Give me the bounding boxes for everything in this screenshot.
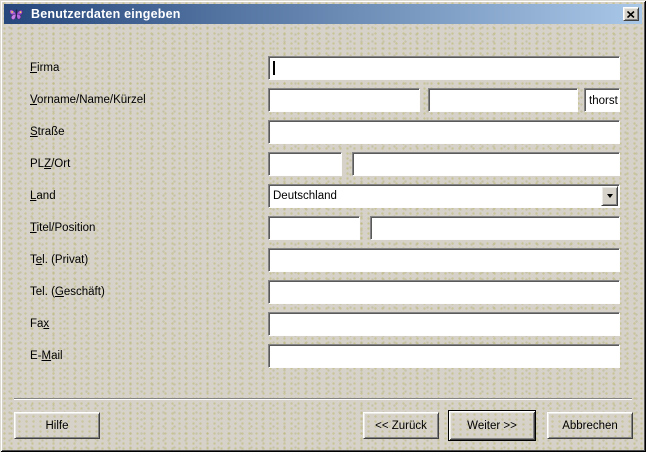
- kuerzel-input[interactable]: [585, 89, 619, 111]
- strasse-field: [268, 120, 620, 144]
- land-select[interactable]: Deutschland: [268, 184, 620, 208]
- back-button[interactable]: << Zurück: [363, 412, 439, 439]
- label-vorname-name-kuerzel: Vorname/Name/Kürzel: [30, 88, 255, 112]
- ort-field: [352, 152, 620, 176]
- label-mnemonic: G: [55, 286, 64, 298]
- help-button[interactable]: Hilfe: [14, 412, 100, 439]
- cancel-button[interactable]: Abbrechen: [547, 412, 633, 439]
- label-text-pre: Tel. (: [30, 286, 55, 298]
- label-tel-privat: Tel. (Privat): [30, 248, 255, 272]
- firma-field: [268, 56, 620, 80]
- label-text-post: eschäft): [64, 286, 105, 298]
- fax-input[interactable]: [269, 313, 619, 335]
- label-mnemonic: F: [30, 62, 37, 74]
- vorname-input[interactable]: [269, 89, 419, 111]
- label-text-post: l. (Privat): [42, 254, 88, 266]
- label-text-pre: Fa: [30, 318, 43, 330]
- label-strasse: Straße: [30, 120, 255, 144]
- titel-field: [268, 216, 360, 240]
- label-text-post: and: [36, 190, 55, 202]
- land-dropdown-button[interactable]: [601, 186, 618, 206]
- name-input[interactable]: [429, 89, 577, 111]
- label-text-post: irma: [37, 62, 59, 74]
- text-caret: [273, 61, 275, 75]
- label-mnemonic: S: [30, 126, 38, 138]
- email-field: [268, 344, 620, 368]
- label-fax: Fax: [30, 312, 255, 336]
- label-text-pre: PL: [30, 158, 44, 170]
- label-text-post: traße: [38, 126, 65, 138]
- firma-input[interactable]: [269, 57, 619, 79]
- window-title: Benutzerdaten eingeben: [31, 7, 181, 21]
- fax-field: [268, 312, 620, 336]
- label-text-post: /Ort: [51, 158, 70, 170]
- label-plz-ort: PLZ/Ort: [30, 152, 255, 176]
- label-titel-position: Titel/Position: [30, 216, 255, 240]
- kuerzel-field: [584, 88, 620, 112]
- label-mnemonic: x: [43, 318, 49, 330]
- tel-geschaeft-field: [268, 280, 620, 304]
- tel-geschaeft-input[interactable]: [269, 281, 619, 303]
- name-field: [428, 88, 578, 112]
- titel-input[interactable]: [269, 217, 359, 239]
- email-input[interactable]: [269, 345, 619, 367]
- chevron-down-icon: [607, 194, 613, 198]
- butterfly-icon: [8, 6, 25, 22]
- plz-input[interactable]: [269, 153, 341, 175]
- position-field: [370, 216, 620, 240]
- next-button[interactable]: Weiter >>: [448, 410, 536, 441]
- tel-privat-field: [268, 248, 620, 272]
- label-land: Land: [30, 184, 255, 208]
- vorname-field: [268, 88, 420, 112]
- label-text-pre: E-: [30, 350, 42, 362]
- label-firma: Firma: [30, 56, 255, 80]
- label-text-post: orname/Name/Kürzel: [37, 94, 146, 106]
- separator: [14, 398, 632, 400]
- titlebar: Benutzerdaten eingeben: [4, 4, 642, 24]
- strasse-input[interactable]: [269, 121, 619, 143]
- dialog-window: Benutzerdaten eingeben Firma Vorname/Nam…: [0, 0, 646, 452]
- label-email: E-Mail: [30, 344, 255, 368]
- label-text-post: ail: [51, 350, 63, 362]
- position-input[interactable]: [371, 217, 619, 239]
- label-mnemonic: M: [42, 350, 52, 362]
- label-mnemonic: V: [30, 94, 37, 106]
- plz-field: [268, 152, 342, 176]
- label-mnemonic: T: [30, 222, 37, 234]
- land-selected-value: Deutschland: [273, 185, 599, 207]
- label-text-post: itel/Position: [37, 222, 96, 234]
- close-button[interactable]: [623, 7, 639, 21]
- label-tel-geschaeft: Tel. (Geschäft): [30, 280, 255, 304]
- close-x-icon: [627, 11, 635, 18]
- ort-input[interactable]: [353, 153, 619, 175]
- tel-privat-input[interactable]: [269, 249, 619, 271]
